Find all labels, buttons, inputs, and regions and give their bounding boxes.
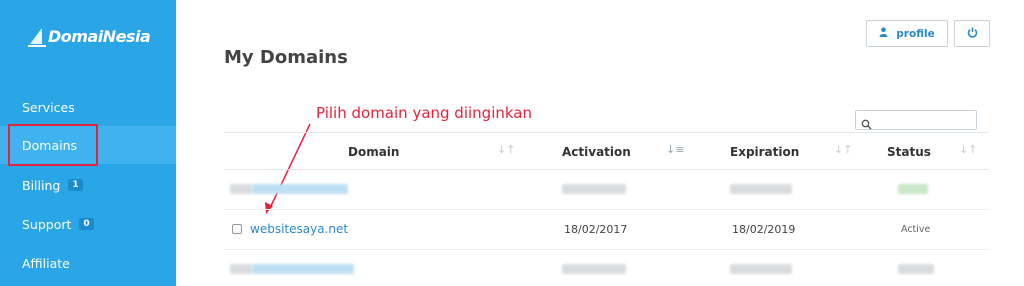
- column-header-status[interactable]: Status: [887, 145, 931, 159]
- expiration-date: 18/02/2019: [732, 223, 796, 236]
- redacted-content: [562, 264, 626, 274]
- redacted-status: [898, 184, 928, 194]
- app: DomaiNesia Services Domains Billing 1 Su…: [0, 0, 1024, 286]
- domain-link[interactable]: websitesaya.net: [250, 222, 348, 236]
- table-row: [224, 250, 989, 286]
- logout-button[interactable]: [954, 20, 990, 47]
- profile-button[interactable]: profile: [866, 20, 948, 47]
- search-icon: [861, 115, 872, 130]
- sort-icon[interactable]: ↓↑: [497, 143, 515, 156]
- activation-date: 18/02/2017: [564, 223, 628, 236]
- sidebar-item-label: Billing: [22, 177, 61, 193]
- domains-table: Domain ↓↑ Activation ↓≡ Expiration ↓↑ St…: [224, 132, 989, 286]
- redacted-content: [230, 264, 252, 274]
- redacted-content: [562, 184, 626, 194]
- table-row: websitesaya.net 18/02/2017 18/02/2019 Ac…: [224, 210, 989, 250]
- page-title: My Domains: [224, 47, 348, 68]
- search-input[interactable]: [855, 110, 977, 130]
- sidebar-item-services[interactable]: Services: [0, 88, 176, 126]
- power-icon: [967, 27, 978, 41]
- column-header-expiration[interactable]: Expiration: [730, 145, 799, 159]
- redacted-content: [730, 184, 792, 194]
- instruction-annotation: Pilih domain yang diinginkan: [316, 104, 532, 122]
- logo-text: DomaiNesia: [48, 26, 151, 46]
- sidebar-item-label: Services: [22, 99, 75, 115]
- status-badge: Active: [901, 224, 931, 235]
- sidebar-item-label: Affiliate: [22, 255, 70, 271]
- redacted-content: [230, 184, 252, 194]
- support-count-badge: 0: [79, 218, 94, 230]
- row-checkbox[interactable]: [232, 224, 242, 234]
- column-header-activation[interactable]: Activation: [562, 145, 631, 159]
- redacted-status: [898, 264, 934, 274]
- sort-icon[interactable]: ↓↑: [959, 143, 977, 156]
- table-row: [224, 170, 989, 210]
- logo-icon: [26, 24, 48, 48]
- column-header-domain[interactable]: Domain: [348, 145, 399, 159]
- billing-count-badge: 1: [68, 179, 83, 191]
- user-icon: [879, 27, 888, 40]
- sidebar-item-billing[interactable]: Billing 1: [0, 166, 176, 204]
- redacted-content: [730, 264, 792, 274]
- logo[interactable]: DomaiNesia: [26, 20, 151, 52]
- redacted-domain: [252, 264, 354, 274]
- profile-label: profile: [896, 27, 935, 40]
- redacted-domain: [252, 184, 348, 194]
- sort-icon[interactable]: ↓≡: [666, 143, 684, 156]
- sidebar-item-support[interactable]: Support 0: [0, 205, 176, 243]
- table-header: Domain ↓↑ Activation ↓≡ Expiration ↓↑ St…: [224, 132, 989, 170]
- sort-icon[interactable]: ↓↑: [834, 143, 852, 156]
- domains-highlight-box: [8, 124, 98, 166]
- sidebar-item-affiliate[interactable]: Affiliate: [0, 244, 176, 282]
- sidebar-item-label: Support: [22, 216, 72, 232]
